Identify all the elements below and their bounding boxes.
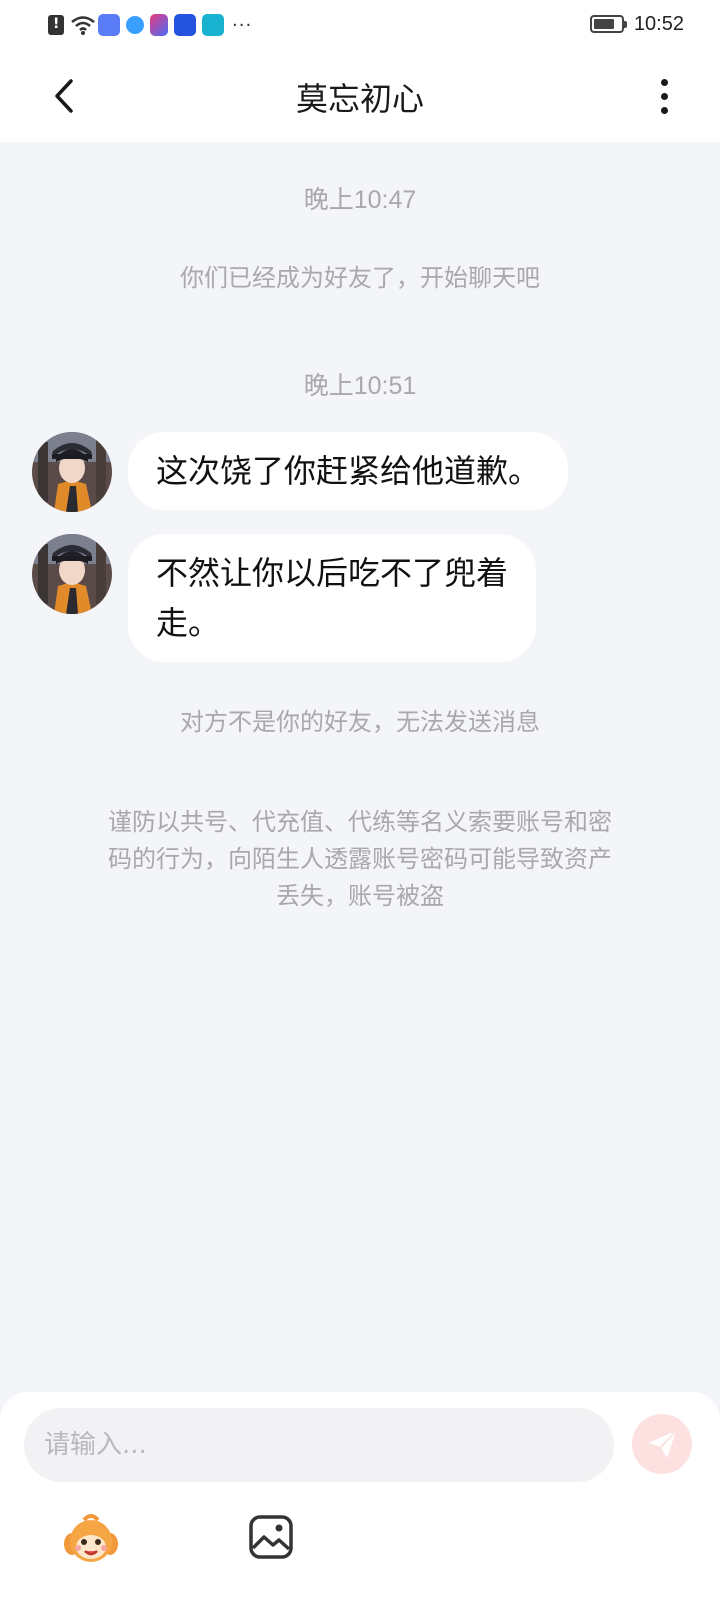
app-notification-icon [98,14,120,36]
chat-message: 不然让你以后吃不了兜着 走。 [32,534,537,662]
message-text-line: 不然让你以后吃不了兜着 [156,554,509,592]
more-notifications-indicator: ··· [232,14,253,36]
alert-icon [48,15,64,35]
status-bar: ··· 10:52 [0,0,720,50]
image-icon [249,1515,293,1559]
message-bubble[interactable]: 不然让你以后吃不了兜着 走。 [128,534,537,662]
chat-title: 莫忘初心 [295,80,424,118]
status-right: 10:52 [589,10,684,38]
input-bar: 请输入... [0,1392,720,1600]
image-button[interactable] [248,1514,294,1560]
send-icon [648,1430,677,1458]
app-notification-icon [126,16,144,34]
system-message-not-friend: 对方不是你的好友，无法发送消息 [180,708,540,736]
emoji-icon [64,1514,118,1562]
warning-line: 谨防以共号、代充值、代练等名义索要账号和密 [108,808,612,836]
timestamp: 晚上10:51 [303,372,417,400]
emoji-button[interactable] [62,1514,120,1566]
more-options-button[interactable] [644,72,684,120]
security-warning: 谨防以共号、代充值、代练等名义索要账号和密 码的行为，向陌生人透露账号密码可能导… [40,804,680,915]
app-notification-icon [150,14,168,36]
avatar[interactable] [32,534,112,614]
wifi-icon [70,14,95,36]
timestamp: 晚上10:47 [303,186,417,214]
message-bubble[interactable]: 这次饶了你赶紧给他道歉。 [128,432,569,510]
message-text: 这次饶了你赶紧给他道歉。 [156,452,541,490]
battery-icon [589,15,627,33]
status-time: 10:52 [633,12,684,35]
message-input[interactable]: 请输入... [24,1408,614,1482]
app-notification-icon [174,14,196,36]
app-notification-icon [202,14,224,36]
message-text-line: 走。 [156,604,221,642]
system-message-friend-added: 你们已经成为好友了，开始聊天吧 [180,264,540,292]
more-vertical-icon [660,78,668,86]
send-button[interactable] [632,1414,692,1474]
status-icons: ··· [48,12,252,38]
avatar[interactable] [32,432,112,512]
warning-line: 码的行为，向陌生人透露账号密码可能导致资产 [108,845,612,873]
warning-line: 丢失，账号被盗 [276,882,444,910]
chat-header: 莫忘初心 [0,50,720,142]
chat-message: 这次饶了你赶紧给他道歉。 [32,432,569,512]
